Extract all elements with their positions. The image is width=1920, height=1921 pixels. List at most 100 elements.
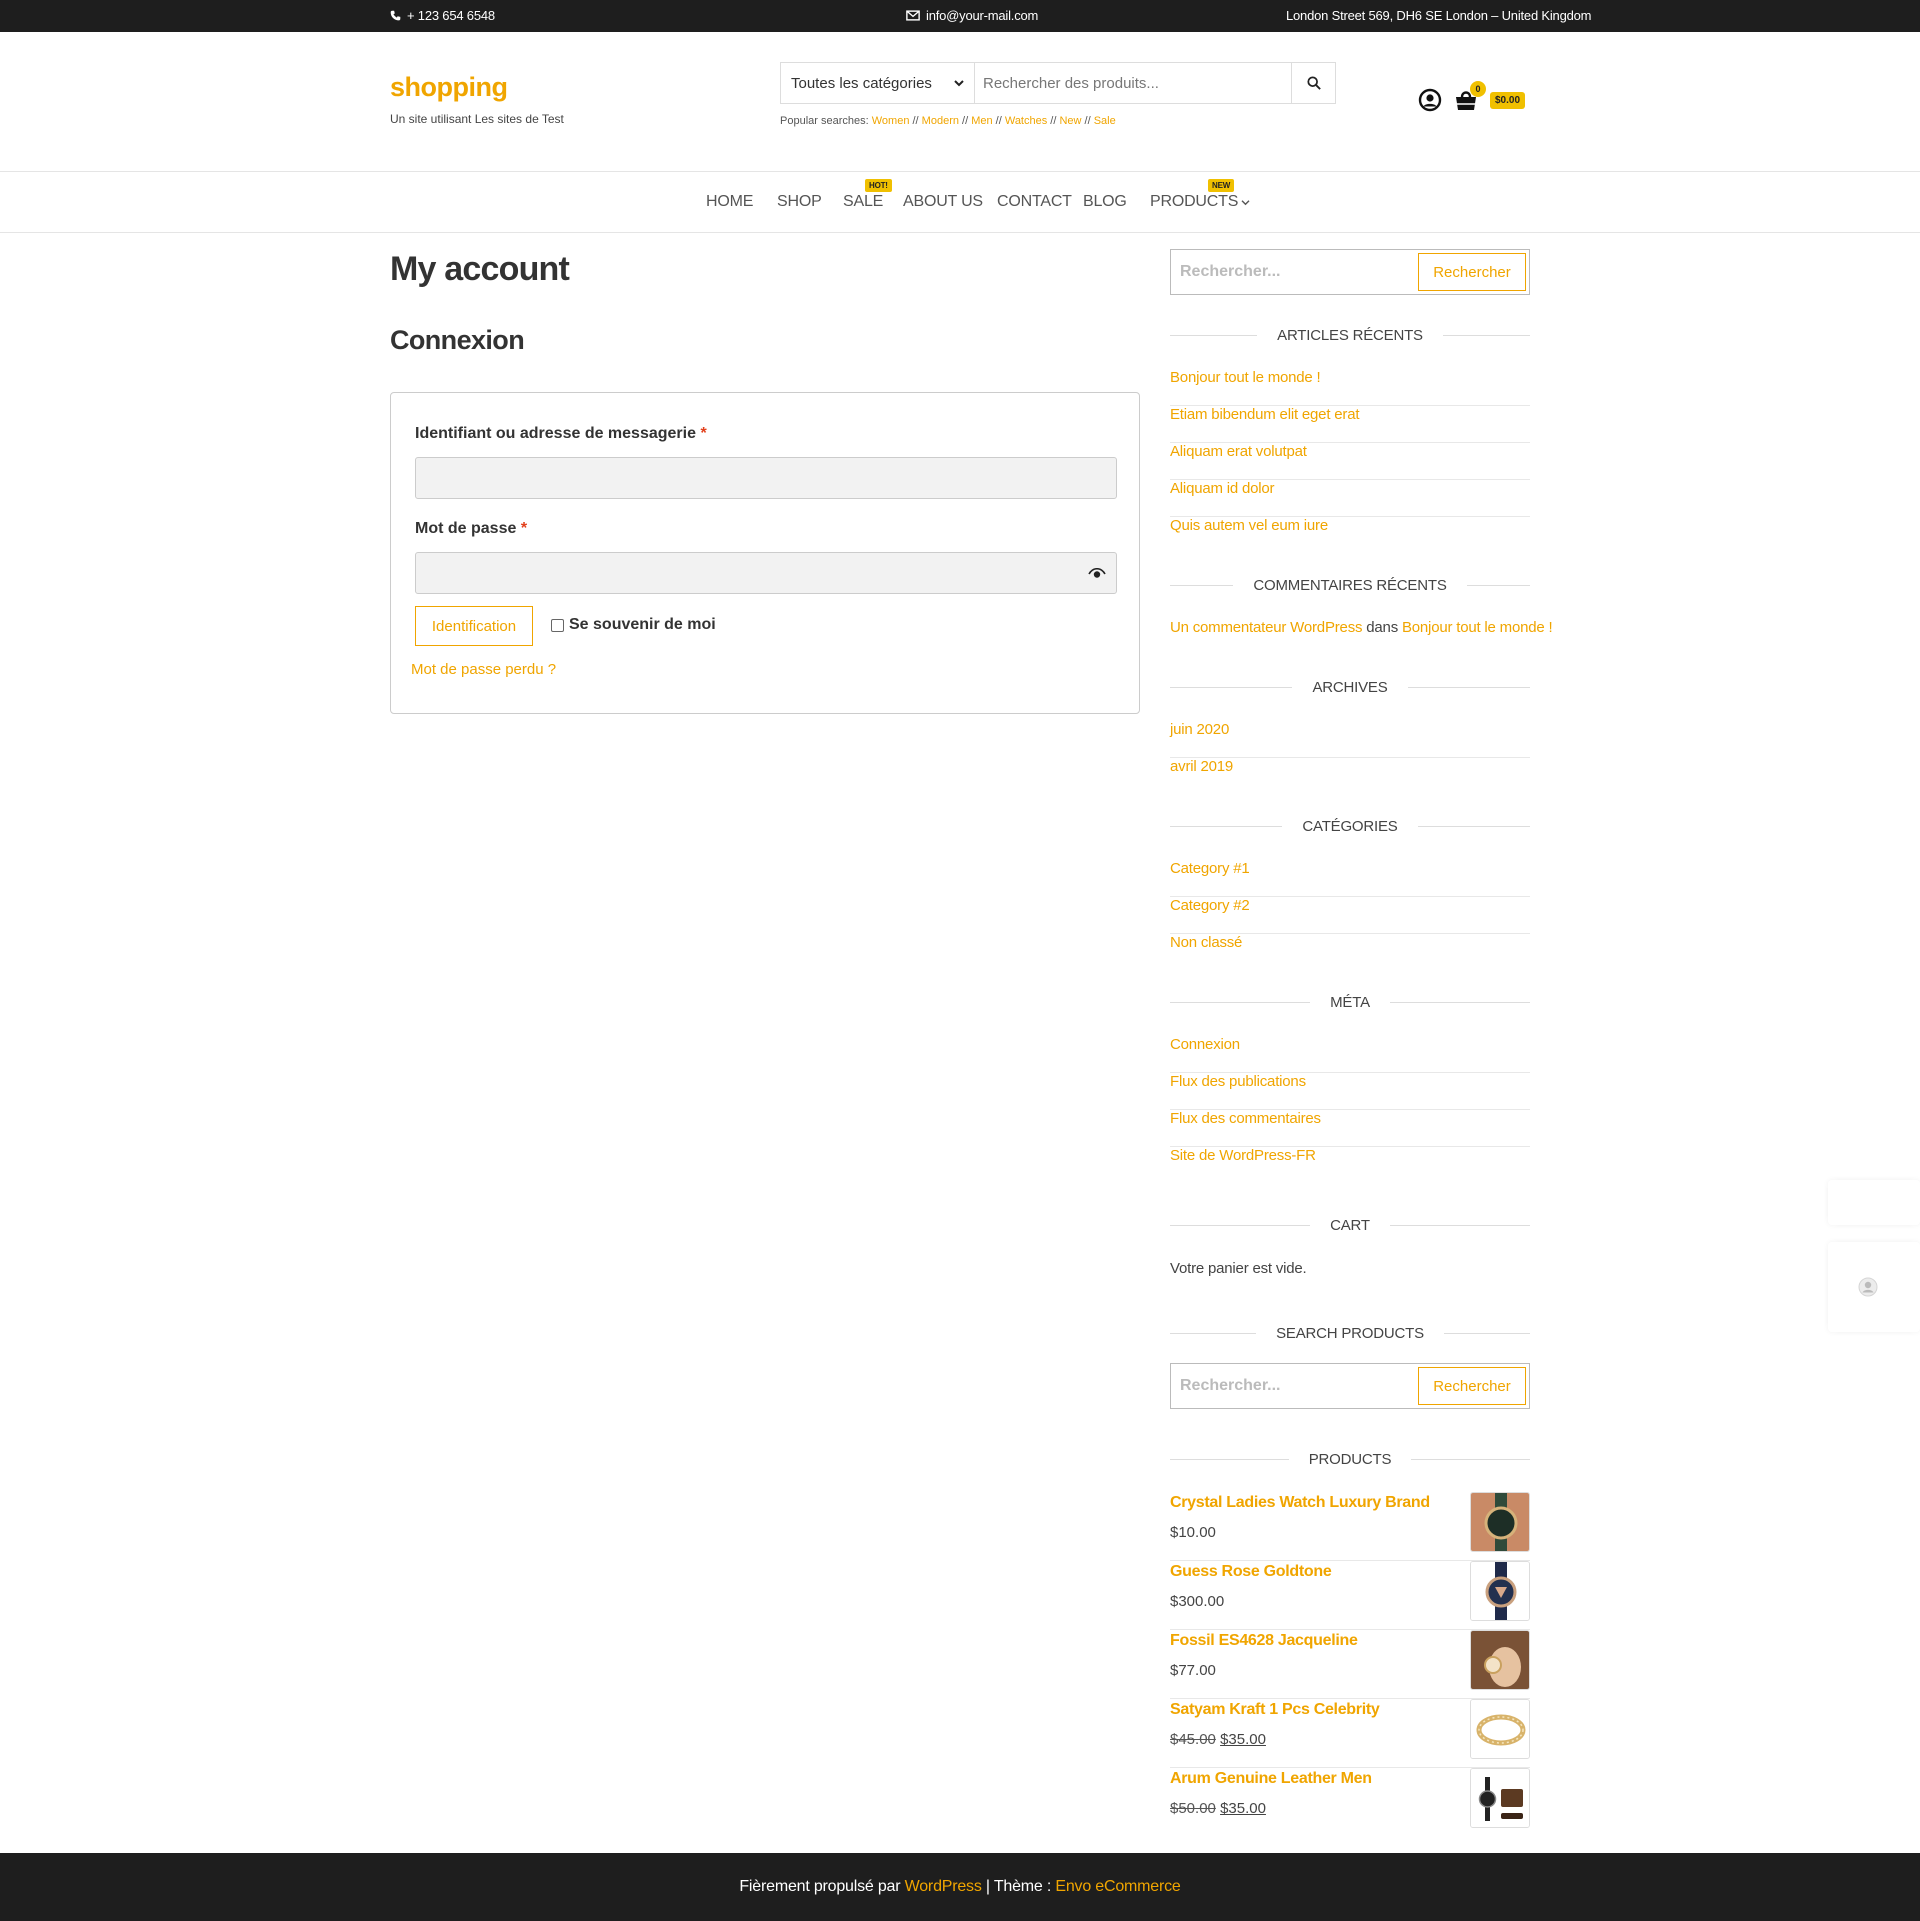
popular-link-new[interactable]: New	[1059, 115, 1081, 127]
login-section-title: Connexion	[390, 325, 525, 355]
product-name[interactable]: Satyam Kraft 1 Pcs Celebrity	[1170, 1701, 1380, 1719]
site-header: shopping Un site utilisant Les sites de …	[0, 32, 1920, 172]
recent-post-link[interactable]: Etiam bibendum elit eget erat	[1170, 406, 1530, 443]
password-field[interactable]	[415, 552, 1117, 594]
product-item[interactable]: Satyam Kraft 1 Pcs Celebrity $45.00 $35.…	[1170, 1699, 1530, 1768]
divider	[1466, 584, 1531, 586]
footer-theme-link[interactable]: Envo eCommerce	[1055, 1878, 1180, 1896]
meta-link-comments-feed[interactable]: Flux des commentaires	[1170, 1110, 1530, 1147]
password-label: Mot de passe *	[415, 520, 527, 538]
phone-info: + 123 654 6548	[390, 8, 495, 23]
recent-post-link[interactable]: Aliquam erat volutpat	[1170, 443, 1530, 480]
divider	[1411, 1458, 1531, 1460]
popular-link-watches[interactable]: Watches	[1005, 115, 1047, 127]
floating-widget-top[interactable]	[1828, 1180, 1920, 1225]
product-price: $77.00	[1170, 1662, 1216, 1679]
recent-post-link[interactable]: Quis autem vel eum iure	[1170, 517, 1530, 554]
sidebar-search-input[interactable]: Rechercher...	[1174, 263, 1418, 281]
meta-link-posts-feed[interactable]: Flux des publications	[1170, 1073, 1530, 1110]
recent-post-link[interactable]: Bonjour tout le monde !	[1170, 369, 1530, 406]
product-name[interactable]: Crystal Ladies Watch Luxury Brand	[1170, 1494, 1430, 1512]
popular-link-men[interactable]: Men	[971, 115, 992, 127]
lost-password-link[interactable]: Mot de passe perdu ?	[411, 661, 556, 678]
nav-item-products[interactable]: PRODUCTS NEW	[1150, 179, 1250, 211]
divider	[1442, 334, 1531, 336]
product-item[interactable]: Guess Rose Goldtone $300.00	[1170, 1561, 1530, 1630]
sidebar-product-search-button[interactable]: Rechercher	[1418, 1367, 1526, 1405]
category-select[interactable]: Toutes les catégories	[781, 63, 975, 103]
sidebar-search-button[interactable]: Rechercher	[1418, 253, 1526, 291]
product-name[interactable]: Fossil ES4628 Jacqueline	[1170, 1632, 1358, 1650]
nav-item-home[interactable]: HOME	[706, 193, 753, 211]
nav-item-blog[interactable]: BLOG	[1083, 193, 1127, 211]
meta-link-wordpress-fr[interactable]: Site de WordPress-FR	[1170, 1147, 1530, 1184]
comment-post-link[interactable]: Bonjour tout le monde !	[1402, 619, 1553, 636]
nav-item-contact[interactable]: CONTACT	[997, 193, 1072, 211]
popular-searches: Popular searches: Women // Modern // Men…	[780, 115, 1116, 127]
address-text: London Street 569, DH6 SE London – Unite…	[1286, 8, 1592, 23]
remember-me[interactable]: Se souvenir de moi	[551, 616, 716, 634]
product-thumbnail[interactable]	[1470, 1492, 1530, 1552]
footer-separator: | Thème :	[985, 1878, 1052, 1895]
archive-link[interactable]: juin 2020	[1170, 721, 1530, 758]
archive-link[interactable]: avril 2019	[1170, 758, 1530, 795]
search-products-title: SEARCH PRODUCTS	[1170, 1323, 1531, 1343]
product-thumbnail[interactable]	[1470, 1768, 1530, 1828]
login-form: Identifiant ou adresse de messagerie * M…	[390, 392, 1140, 714]
login-button[interactable]: Identification	[415, 606, 533, 646]
product-search-input[interactable]: Rechercher des produits...	[975, 63, 1291, 103]
recent-post-link[interactable]: Aliquam id dolor	[1170, 480, 1530, 517]
search-icon	[1306, 76, 1321, 90]
product-price: $45.00 $35.00	[1170, 1731, 1266, 1748]
header-cart[interactable]: 0 $0.00	[1454, 81, 1526, 111]
comment-author-link[interactable]: Un commentateur WordPress	[1170, 619, 1362, 636]
product-name[interactable]: Arum Genuine Leather Men	[1170, 1770, 1372, 1788]
required-mark: *	[520, 520, 528, 537]
category-select-value: Toutes les catégories	[791, 74, 932, 92]
product-item[interactable]: Fossil ES4628 Jacqueline $77.00	[1170, 1630, 1530, 1699]
category-link[interactable]: Category #2	[1170, 897, 1530, 934]
product-price: $10.00	[1170, 1524, 1216, 1541]
product-search-button[interactable]	[1291, 63, 1335, 103]
product-thumbnail[interactable]	[1470, 1699, 1530, 1759]
popular-link-sale[interactable]: Sale	[1094, 115, 1116, 127]
product-thumbnail[interactable]	[1470, 1561, 1530, 1621]
floating-account-widget[interactable]	[1828, 1242, 1920, 1332]
sidebar-product-search-input[interactable]: Rechercher...	[1174, 1377, 1418, 1395]
remember-me-checkbox[interactable]	[551, 618, 564, 632]
recent-comments-title-text: COMMENTAIRES RÉCENTS	[1253, 576, 1447, 594]
product-sale-price: $35.00	[1220, 1800, 1266, 1817]
product-item[interactable]: Crystal Ladies Watch Luxury Brand $10.00	[1170, 1492, 1530, 1561]
chevron-down-icon	[954, 80, 964, 87]
divider	[1443, 1332, 1531, 1334]
popular-link-modern[interactable]: Modern	[922, 115, 959, 127]
product-old-price: $50.00	[1170, 1800, 1216, 1817]
footer-wordpress-link[interactable]: WordPress	[905, 1878, 982, 1896]
product-thumbnail[interactable]	[1470, 1630, 1530, 1690]
username-field[interactable]	[415, 457, 1117, 499]
product-name[interactable]: Guess Rose Goldtone	[1170, 1563, 1332, 1581]
recent-posts-title-text: ARTICLES RÉCENTS	[1277, 326, 1423, 344]
product-search-form: Toutes les catégories Rechercher des pro…	[780, 62, 1336, 104]
nav-item-shop[interactable]: SHOP	[777, 193, 822, 211]
archives-title: ARCHIVES	[1170, 677, 1530, 697]
show-password-eye-icon[interactable]	[1088, 568, 1106, 579]
divider	[1170, 1224, 1311, 1226]
sidebar-search-form: Rechercher... Rechercher	[1170, 249, 1530, 295]
cart-empty-message: Votre panier est vide.	[1170, 1260, 1307, 1277]
hot-badge: HOT!	[865, 179, 892, 192]
new-badge: NEW	[1208, 179, 1235, 192]
email-info: info@your-mail.com	[906, 8, 1038, 23]
popular-link-women[interactable]: Women	[872, 115, 910, 127]
nav-item-about-us[interactable]: ABOUT US	[903, 193, 983, 211]
product-item[interactable]: Arum Genuine Leather Men $50.00 $35.00	[1170, 1768, 1530, 1837]
user-account-icon[interactable]	[1418, 88, 1442, 112]
site-title[interactable]: shopping	[390, 72, 508, 103]
category-link[interactable]: Category #1	[1170, 860, 1530, 897]
meta-link-login[interactable]: Connexion	[1170, 1036, 1530, 1073]
nav-item-sale[interactable]: SALE HOT!	[843, 179, 892, 211]
divider	[1170, 1458, 1289, 1460]
category-link[interactable]: Non classé	[1170, 934, 1530, 971]
recent-comment: Un commentateur WordPress dans Bonjour t…	[1170, 619, 1553, 636]
divider	[1407, 686, 1530, 688]
